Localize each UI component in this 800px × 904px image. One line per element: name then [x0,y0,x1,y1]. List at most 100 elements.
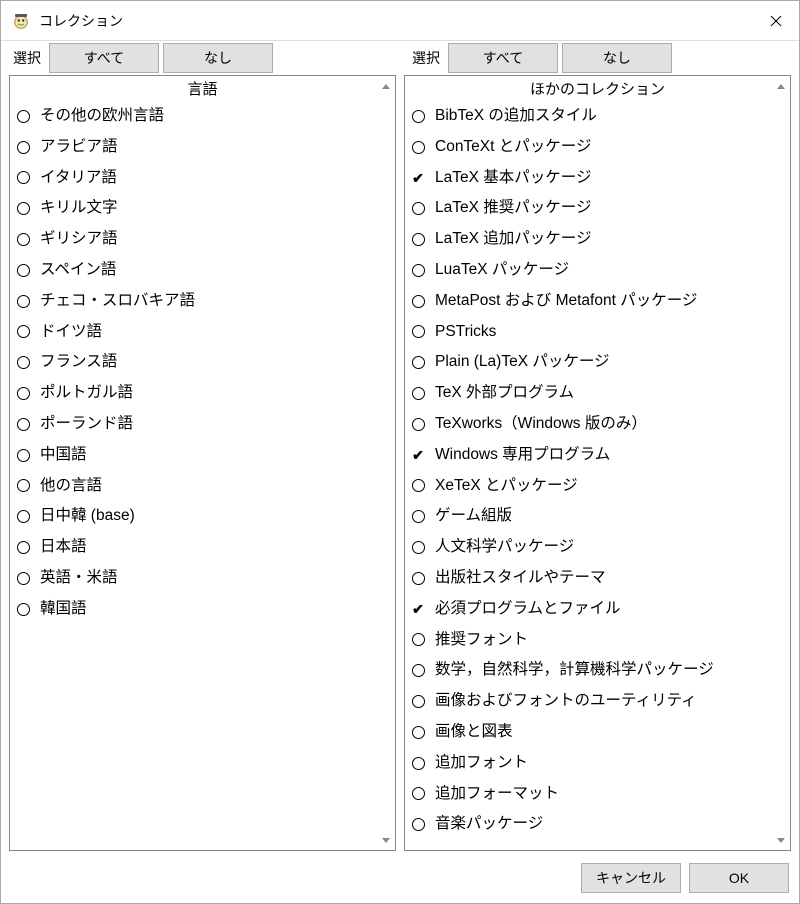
unchecked-icon [16,387,30,401]
list-item[interactable]: LaTeX 追加パッケージ [405,224,790,255]
list-item[interactable]: ゲーム組版 [405,501,790,532]
right-list-header: ほかのコレクション [405,76,790,101]
list-item[interactable]: 画像と図表 [405,717,790,748]
list-item[interactable]: LuaTeX パッケージ [405,255,790,286]
checkmark-icon: ✔ [411,448,425,462]
list-item-label: イタリア語 [40,166,117,191]
unchecked-icon [411,140,425,154]
left-select-label: 選択 [9,44,45,72]
scroll-down-icon[interactable] [379,833,393,847]
scroll-down-icon[interactable] [774,833,788,847]
list-item[interactable]: 英語・米語 [10,563,395,594]
list-item-label: 数学，自然科学，計算機科学パッケージ [435,658,714,683]
list-item[interactable]: MetaPost および Metafont パッケージ [405,286,790,317]
list-item[interactable]: 人文科学パッケージ [405,532,790,563]
list-item[interactable]: LaTeX 推奨パッケージ [405,193,790,224]
unchecked-icon [16,571,30,585]
list-item-label: LaTeX 推奨パッケージ [435,196,591,221]
unchecked-icon [16,510,30,524]
right-none-button[interactable]: なし [562,43,672,73]
list-item[interactable]: チェコ・スロバキア語 [10,286,395,317]
list-item[interactable]: 追加フォーマット [405,779,790,810]
list-item[interactable]: 数学，自然科学，計算機科学パッケージ [405,655,790,686]
list-item[interactable]: 日中韓 (base) [10,501,395,532]
list-item[interactable]: BibTeX の追加スタイル [405,101,790,132]
list-item[interactable]: ドイツ語 [10,317,395,348]
close-button[interactable] [753,1,799,41]
list-item[interactable]: 中国語 [10,440,395,471]
list-item[interactable]: TeXworks（Windows 版のみ） [405,409,790,440]
unchecked-icon [411,541,425,555]
scroll-up-icon[interactable] [379,79,393,93]
titlebar: コレクション [1,1,799,41]
list-item-label: スペイン語 [40,258,116,283]
list-item[interactable]: 音楽パッケージ [405,809,790,840]
unchecked-icon [411,756,425,770]
unchecked-icon [16,448,30,462]
list-item[interactable]: スペイン語 [10,255,395,286]
list-item[interactable]: XeTeX とパッケージ [405,471,790,502]
list-item[interactable]: ✔ Windows 専用プログラム [405,440,790,471]
list-item[interactable]: ポルトガル語 [10,378,395,409]
list-item[interactable]: Plain (La)TeX パッケージ [405,347,790,378]
list-item[interactable]: ✔必須プログラムとファイル [405,594,790,625]
list-item[interactable]: その他の欧州言語 [10,101,395,132]
ok-button[interactable]: OK [689,863,789,893]
unchecked-icon [16,202,30,216]
list-item[interactable]: イタリア語 [10,163,395,194]
list-item[interactable]: TeX 外部プログラム [405,378,790,409]
left-toolbar: 選択 すべて なし [1,43,400,73]
list-item-label: 中国語 [40,443,87,468]
list-item[interactable]: 日本語 [10,532,395,563]
list-item-label: 必須プログラムとファイル [435,597,621,622]
unchecked-icon [411,233,425,247]
unchecked-icon [411,695,425,709]
list-item[interactable]: ConTeXt とパッケージ [405,132,790,163]
unchecked-icon [16,171,30,185]
list-item-label: LuaTeX パッケージ [435,258,569,283]
list-item[interactable]: PSTricks [405,317,790,348]
list-item-label: 音楽パッケージ [435,812,543,837]
cancel-button[interactable]: キャンセル [581,863,681,893]
unchecked-icon [16,602,30,616]
list-item-label: アラビア語 [40,135,118,160]
left-none-button[interactable]: なし [163,43,273,73]
list-item[interactable]: ギリシア語 [10,224,395,255]
close-icon [770,15,782,27]
right-pane: ほかのコレクション BibTeX の追加スタイルConTeXt とパッケージ✔L… [404,75,791,851]
left-pane: 言語 その他の欧州言語アラビア語イタリア語キリル文字ギリシア語スペイン語チェコ・… [9,75,396,851]
unchecked-icon [411,725,425,739]
list-item-label: 追加フォーマット [435,782,559,807]
list-item[interactable]: 韓国語 [10,594,395,625]
list-item[interactable]: 追加フォント [405,748,790,779]
right-listbox[interactable]: ほかのコレクション BibTeX の追加スタイルConTeXt とパッケージ✔L… [404,75,791,851]
unchecked-icon [411,325,425,339]
list-item[interactable]: 他の言語 [10,471,395,502]
toolbar: 選択 すべて なし 選択 すべて なし [1,41,799,75]
left-listbox[interactable]: 言語 その他の欧州言語アラビア語イタリア語キリル文字ギリシア語スペイン語チェコ・… [9,75,396,851]
left-all-button[interactable]: すべて [49,43,159,73]
list-item-label: 日本語 [40,535,87,560]
unchecked-icon [411,787,425,801]
unchecked-icon [16,233,30,247]
list-item[interactable]: 出版社スタイルやテーマ [405,563,790,594]
list-item-label: ポーランド語 [40,412,133,437]
list-item-label: その他の欧州言語 [40,104,164,129]
list-item[interactable]: 推奨フォント [405,625,790,656]
list-item[interactable]: ✔LaTeX 基本パッケージ [405,163,790,194]
list-item-label: Windows 専用プログラム [435,443,610,468]
list-item-label: 画像と図表 [435,720,513,745]
right-all-button[interactable]: すべて [448,43,558,73]
list-item-label: フランス語 [40,350,117,375]
unchecked-icon [16,263,30,277]
list-item[interactable]: ポーランド語 [10,409,395,440]
list-item[interactable]: アラビア語 [10,132,395,163]
list-item[interactable]: フランス語 [10,347,395,378]
list-item[interactable]: キリル文字 [10,193,395,224]
list-item-label: 英語・米語 [40,566,118,591]
scroll-up-icon[interactable] [774,79,788,93]
list-item[interactable]: 画像およびフォントのユーティリティ [405,686,790,717]
unchecked-icon [411,202,425,216]
unchecked-icon [411,387,425,401]
list-item-label: 画像およびフォントのユーティリティ [435,689,697,714]
